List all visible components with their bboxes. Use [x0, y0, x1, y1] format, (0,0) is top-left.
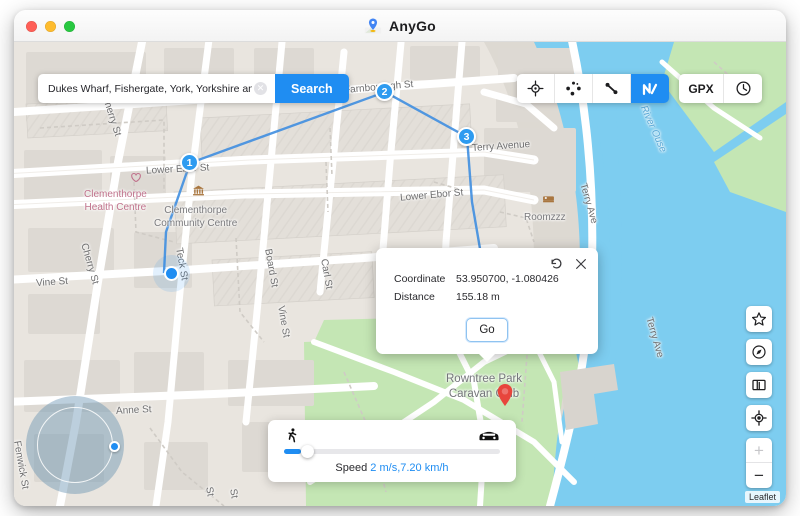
gpx-button-label: GPX: [688, 81, 714, 96]
undo-arrow-icon[interactable]: [549, 256, 564, 271]
window-title-group: AnyGo: [14, 10, 786, 42]
multi-stop-route-button[interactable]: [631, 74, 669, 103]
speed-value: 2 m/s,7.20 km/h: [370, 462, 449, 474]
coordinate-popup: Coordinate 53.950700, -1.080426 Distance…: [376, 248, 598, 354]
title-bar: AnyGo: [14, 10, 786, 42]
search-button[interactable]: Search: [275, 74, 349, 103]
zoom-controls: + −: [746, 438, 772, 488]
book-layers-icon: [752, 379, 766, 391]
utility-toolbar: GPX: [679, 74, 762, 103]
distance-label: Distance: [394, 291, 435, 303]
route-marker-3[interactable]: 3: [457, 127, 476, 146]
search-bar: Dukes Wharf, Fishergate, York, Yorkshire…: [38, 74, 349, 103]
distance-value: 155.18 m: [456, 291, 500, 303]
page-title: AnyGo: [389, 18, 436, 34]
go-button[interactable]: Go: [466, 318, 508, 342]
speed-slider[interactable]: [284, 445, 500, 458]
zoom-out-button[interactable]: −: [746, 463, 772, 488]
locate-button[interactable]: [746, 405, 772, 431]
coordinate-row: Coordinate 53.950700, -1.080426: [376, 270, 598, 288]
speed-slider-fill: [284, 449, 302, 454]
mode-toolbar: [517, 74, 669, 103]
favorites-button[interactable]: [746, 306, 772, 332]
clear-search-icon[interactable]: ✕: [254, 82, 267, 95]
clock-icon: [735, 81, 751, 96]
map-pin-icon: [364, 18, 382, 34]
route-marker-2[interactable]: 2: [375, 82, 394, 101]
teleport-mode-button[interactable]: [517, 74, 555, 103]
walking-person-icon: [288, 428, 297, 443]
crosshair-target-icon: [527, 80, 544, 97]
zoom-in-button[interactable]: +: [746, 438, 772, 463]
route-marker-1[interactable]: 1: [180, 153, 199, 172]
compass-button[interactable]: [746, 339, 772, 365]
joystick-ring: [37, 407, 113, 483]
speed-readout: Speed 2 m/s,7.20 km/h: [284, 462, 500, 474]
search-input-value: Dukes Wharf, Fishergate, York, Yorkshire…: [48, 82, 252, 95]
coordinate-value: 53.950700, -1.080426: [456, 273, 559, 285]
speed-panel: Speed 2 m/s,7.20 km/h: [268, 420, 516, 482]
locate-target-icon: [751, 410, 767, 426]
health-cross-icon: [131, 172, 141, 182]
museum-building-icon: [193, 185, 204, 196]
park-location-pin-icon[interactable]: [496, 384, 514, 406]
hotel-bed-icon: [543, 196, 554, 203]
zigzag-route-icon: [642, 82, 658, 95]
popup-actions: [549, 256, 588, 271]
speed-label: Speed: [335, 462, 368, 474]
speed-icon-row: [284, 427, 500, 444]
star-icon: [752, 312, 766, 326]
history-button[interactable]: [724, 74, 762, 103]
two-point-route-icon: [605, 82, 618, 95]
coordinate-label: Coordinate: [394, 273, 446, 285]
layers-button[interactable]: [746, 372, 772, 398]
gpx-button[interactable]: GPX: [679, 74, 724, 103]
map-control-stack: + −: [746, 306, 772, 488]
go-button-wrap: Go: [376, 318, 598, 342]
distance-row: Distance 155.18 m: [376, 288, 598, 306]
multi-spot-mode-button[interactable]: [555, 74, 593, 103]
map-canvas[interactable]: Cherry St Cherry St Vine St Vine St Anne…: [14, 42, 786, 506]
search-input[interactable]: Dukes Wharf, Fishergate, York, Yorkshire…: [38, 74, 275, 103]
car-icon: [479, 431, 499, 441]
joystick-knob[interactable]: [109, 441, 120, 452]
speed-slider-knob[interactable]: [301, 445, 315, 458]
current-location-marker[interactable]: [164, 266, 179, 281]
four-dots-diamond-icon: [566, 81, 581, 96]
direction-joystick[interactable]: [26, 396, 124, 494]
app-window: AnyGo Cherry St Cherry St Vine St Vine S…: [14, 10, 786, 506]
two-spot-route-button[interactable]: [593, 74, 631, 103]
compass-icon: [752, 345, 766, 359]
leaflet-attribution[interactable]: Leaflet: [744, 491, 780, 503]
close-x-icon[interactable]: [574, 257, 588, 271]
